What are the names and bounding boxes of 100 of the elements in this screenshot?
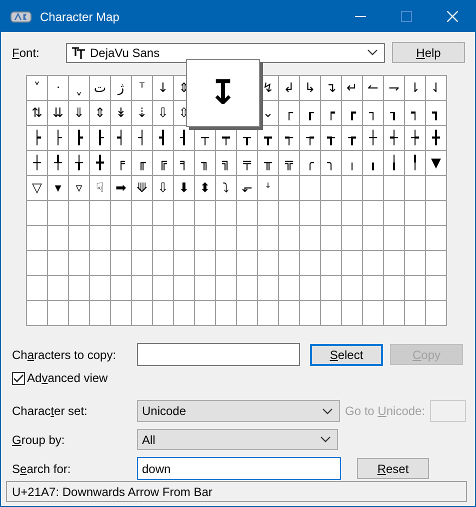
character-cell[interactable]: ↴ bbox=[322, 77, 340, 99]
character-cell[interactable]: ┎ bbox=[301, 102, 319, 124]
character-cell[interactable]: ⇅ bbox=[28, 102, 46, 124]
character-cell[interactable]: ┼ bbox=[28, 152, 46, 174]
character-cell[interactable]: ┱ bbox=[322, 127, 340, 149]
character-cell[interactable]: ⇕ bbox=[91, 102, 109, 124]
character-cell[interactable]: ┓ bbox=[427, 102, 445, 124]
character-cell[interactable]: ˬ bbox=[70, 77, 88, 99]
character-cell[interactable]: ☟ bbox=[91, 177, 109, 199]
character-cell[interactable]: ت bbox=[91, 77, 109, 99]
character-cell[interactable]: ↳ bbox=[301, 77, 319, 99]
character-cell[interactable]: ⇩ bbox=[154, 177, 172, 199]
character-cell[interactable]: ╭ bbox=[301, 152, 319, 174]
character-cell[interactable]: ╿ bbox=[406, 152, 424, 174]
search-field[interactable]: down bbox=[137, 457, 341, 480]
character-cell[interactable]: ┲ bbox=[343, 127, 361, 149]
character-cell[interactable]: ┝ bbox=[28, 127, 46, 149]
character-cell[interactable]: ⬇ bbox=[175, 177, 193, 199]
magnified-character-tooltip: ↧ bbox=[186, 59, 260, 127]
character-cell[interactable]: ┬ bbox=[196, 127, 214, 149]
font-dropdown[interactable]: DejaVu Sans bbox=[66, 42, 385, 62]
character-set-dropdown[interactable]: Unicode bbox=[137, 400, 340, 422]
character-cell[interactable]: ┑ bbox=[406, 102, 424, 124]
status-bar: U+21A7: Downwards Arrow From Bar bbox=[6, 481, 467, 502]
character-cell[interactable]: ╋ bbox=[91, 152, 109, 174]
character-cell[interactable]: ┐ bbox=[364, 102, 382, 124]
character-cell[interactable]: ➡ bbox=[112, 177, 130, 199]
go-to-unicode-field[interactable] bbox=[430, 400, 466, 422]
character-set-label: Character set: bbox=[12, 404, 88, 418]
character-cell[interactable]: ┣ bbox=[70, 127, 88, 149]
character-cell[interactable]: ⬍ bbox=[196, 177, 214, 199]
character-cell[interactable]: ┯ bbox=[217, 127, 235, 149]
reset-button[interactable]: Reset bbox=[357, 458, 429, 479]
character-cell[interactable]: ╥ bbox=[259, 152, 277, 174]
character-cell[interactable]: ┫ bbox=[154, 127, 172, 149]
character-cell[interactable]: ╓ bbox=[133, 152, 151, 174]
character-cell[interactable]: ╦ bbox=[280, 152, 298, 174]
character-cell[interactable]: ╋ bbox=[427, 127, 445, 149]
character-cell[interactable]: ┥ bbox=[112, 127, 130, 149]
character-cell[interactable]: ┭ bbox=[280, 127, 298, 149]
character-cell[interactable]: ┼ bbox=[364, 127, 382, 149]
character-cell[interactable]: ┽ bbox=[385, 127, 403, 149]
character-cell[interactable]: ↯ bbox=[259, 77, 277, 99]
character-cell[interactable]: ⇃ bbox=[427, 77, 445, 99]
character-cell[interactable]: ┾ bbox=[406, 127, 424, 149]
character-cell[interactable]: ⇊ bbox=[49, 102, 67, 124]
character-cell[interactable]: ╒ bbox=[112, 152, 130, 174]
character-cell[interactable]: ╻ bbox=[364, 152, 382, 174]
character-cell[interactable]: ⤵ bbox=[217, 177, 235, 199]
character-cell[interactable]: ˅ bbox=[28, 77, 46, 99]
character-cell[interactable]: ┤ bbox=[133, 127, 151, 149]
chevron-icon bbox=[322, 408, 333, 414]
character-cell[interactable]: ▼ bbox=[427, 152, 445, 174]
character-cell[interactable]: ↼ bbox=[364, 77, 382, 99]
character-cell[interactable]: ↡ bbox=[112, 102, 130, 124]
character-cell[interactable]: ╕ bbox=[175, 152, 193, 174]
character-cell[interactable]: ╗ bbox=[217, 152, 235, 174]
character-cell[interactable]: ⇩ bbox=[154, 102, 172, 124]
character-cell[interactable]: ▾ bbox=[49, 177, 67, 199]
character-cell[interactable]: ꜜ bbox=[259, 177, 277, 199]
character-cell[interactable]: ▽ bbox=[28, 177, 46, 199]
character-cell[interactable]: ژ bbox=[112, 77, 130, 99]
character-cell[interactable]: ├ bbox=[49, 127, 67, 149]
character-cell[interactable]: ┌ bbox=[280, 102, 298, 124]
character-cell[interactable]: ┮ bbox=[301, 127, 319, 149]
character-cell[interactable]: ↵ bbox=[343, 77, 361, 99]
character-cell[interactable]: ╖ bbox=[196, 152, 214, 174]
character-cell[interactable]: ┒ bbox=[385, 102, 403, 124]
character-cell[interactable]: ▿ bbox=[70, 177, 88, 199]
search-for-label: Search for: bbox=[12, 462, 72, 476]
character-cell[interactable]: ╽ bbox=[385, 152, 403, 174]
character-cell[interactable]: ┍ bbox=[322, 102, 340, 124]
character-cell[interactable]: ╤ bbox=[238, 152, 256, 174]
character-cell[interactable]: ⇁ bbox=[385, 77, 403, 99]
character-cell[interactable]: ⇂ bbox=[406, 77, 424, 99]
maximize-icon bbox=[400, 11, 412, 22]
character-cell[interactable]: ᐧ bbox=[49, 77, 67, 99]
character-cell[interactable]: ╁ bbox=[70, 152, 88, 174]
character-cell[interactable]: ┨ bbox=[175, 127, 193, 149]
character-cell[interactable]: ╀ bbox=[49, 152, 67, 174]
character-cell[interactable]: ⇓ bbox=[70, 102, 88, 124]
character-cell[interactable]: ⇣ bbox=[133, 102, 151, 124]
character-cell[interactable]: ⌄ bbox=[259, 102, 277, 124]
character-cell[interactable]: ⬐ bbox=[238, 177, 256, 199]
character-cell[interactable]: ᵀ bbox=[133, 77, 151, 99]
character-cell[interactable]: ↓ bbox=[154, 77, 172, 99]
character-cell[interactable]: ╷ bbox=[343, 152, 361, 174]
character-cell[interactable]: ┏ bbox=[343, 102, 361, 124]
characters-to-copy-field[interactable] bbox=[137, 343, 300, 366]
character-cell[interactable]: ┳ bbox=[259, 127, 277, 149]
character-cell[interactable]: ⟱ bbox=[133, 177, 151, 199]
character-cell[interactable]: ╮ bbox=[322, 152, 340, 174]
character-cell[interactable]: ┰ bbox=[238, 127, 256, 149]
advanced-view-checkbox[interactable]: Advanced view bbox=[12, 371, 108, 385]
group-by-dropdown[interactable]: All bbox=[137, 429, 338, 450]
help-button[interactable]: Help bbox=[392, 42, 465, 63]
select-button[interactable]: Select bbox=[310, 344, 383, 366]
character-cell[interactable]: ┠ bbox=[91, 127, 109, 149]
character-cell[interactable]: ╔ bbox=[154, 152, 172, 174]
character-cell[interactable]: ↲ bbox=[280, 77, 298, 99]
